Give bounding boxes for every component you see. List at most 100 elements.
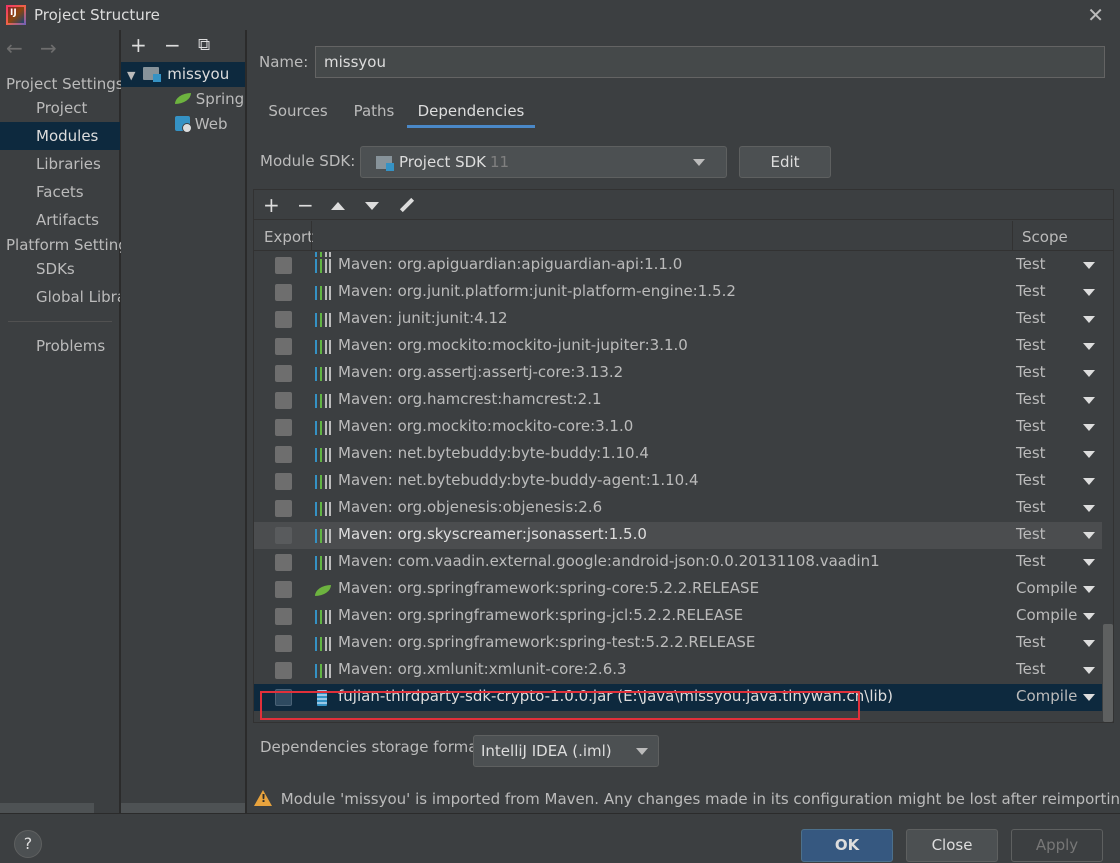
storage-format-dropdown[interactable]: IntelliJ IDEA (.iml): [473, 735, 659, 767]
scope-dropdown[interactable]: Test: [1016, 336, 1046, 354]
chevron-down-icon[interactable]: ▼: [127, 69, 135, 82]
chevron-down-icon[interactable]: [1083, 586, 1095, 593]
scope-dropdown[interactable]: Test: [1016, 552, 1046, 570]
chevron-down-icon[interactable]: [1083, 640, 1095, 647]
move-down-icon[interactable]: [365, 202, 379, 210]
sidebar-item-modules[interactable]: Modules: [0, 122, 120, 150]
export-checkbox[interactable]: [275, 608, 292, 625]
sidebar-item-artifacts[interactable]: Artifacts: [0, 206, 120, 234]
table-row[interactable]: Maven: org.springframework:spring-core:5…: [254, 576, 1102, 603]
table-row[interactable]: Maven: org.xmlunit:xmlunit-core:2.6.3 Tes…: [254, 657, 1102, 684]
copy-icon[interactable]: ⧉: [198, 33, 210, 57]
chevron-down-icon[interactable]: [1083, 505, 1095, 512]
tree-node-web[interactable]: Web: [175, 112, 227, 137]
add-dependency-icon[interactable]: +: [263, 193, 280, 217]
chevron-down-icon[interactable]: [1083, 478, 1095, 485]
sidebar-scrollbar[interactable]: [0, 803, 94, 813]
chevron-down-icon[interactable]: [1083, 613, 1095, 620]
table-row[interactable]: Maven: org.hamcrest:hamcrest:2.1 Test: [254, 387, 1102, 414]
export-checkbox[interactable]: [275, 338, 292, 355]
chevron-down-icon[interactable]: [1083, 694, 1095, 701]
table-row[interactable]: Maven: org.junit.platform:junit-platform…: [254, 279, 1102, 306]
tab-sources[interactable]: Sources: [263, 94, 333, 128]
export-checkbox[interactable]: [275, 473, 292, 490]
sidebar-item-sdks[interactable]: SDKs: [0, 255, 120, 283]
remove-dependency-icon[interactable]: −: [297, 193, 314, 217]
chevron-down-icon[interactable]: [1083, 397, 1095, 404]
export-checkbox[interactable]: [275, 581, 292, 598]
sidebar-item-project[interactable]: Project: [0, 94, 120, 122]
sidebar-item-problems[interactable]: Problems: [0, 332, 120, 360]
close-icon[interactable]: ✕: [1087, 3, 1104, 27]
table-row[interactable]: Maven: com.vaadin.external.google:androi…: [254, 549, 1102, 576]
table-row[interactable]: Maven: net.bytebuddy:byte-buddy-agent:1.…: [254, 468, 1102, 495]
scope-dropdown[interactable]: Test: [1016, 498, 1046, 516]
table-row[interactable]: Maven: org.mockito:mockito-junit-jupiter…: [254, 333, 1102, 360]
tab-dependencies[interactable]: Dependencies: [407, 94, 535, 128]
scope-dropdown[interactable]: Test: [1016, 309, 1046, 327]
table-row[interactable]: Maven: junit:junit:4.12 Test: [254, 306, 1102, 333]
add-icon[interactable]: +: [130, 33, 147, 57]
ok-button[interactable]: OK: [801, 829, 893, 862]
table-row[interactable]: Maven: net.bytebuddy:byte-buddy:1.10.4 Te…: [254, 441, 1102, 468]
module-name-input[interactable]: [315, 46, 1105, 78]
export-checkbox[interactable]: [275, 635, 292, 652]
export-checkbox[interactable]: [275, 554, 292, 571]
export-checkbox[interactable]: [275, 392, 292, 409]
scope-dropdown[interactable]: Test: [1016, 633, 1046, 651]
scope-dropdown[interactable]: Test: [1016, 525, 1046, 543]
sidebar-item-global-libraries[interactable]: Global Libraries: [0, 283, 120, 311]
chevron-down-icon[interactable]: [1083, 262, 1095, 269]
table-row[interactable]: Maven: org.skyscreamer:jsonassert:1.5.0 T…: [254, 522, 1102, 549]
export-checkbox[interactable]: [275, 527, 292, 544]
table-row[interactable]: Maven: org.apiguardian:apiguardian-api:1…: [254, 252, 1102, 279]
remove-icon[interactable]: −: [164, 33, 181, 57]
sidebar-item-facets[interactable]: Facets: [0, 178, 120, 206]
sidebar-item-libraries[interactable]: Libraries: [0, 150, 120, 178]
export-checkbox[interactable]: [275, 365, 292, 382]
forward-arrow-icon[interactable]: →: [40, 36, 57, 60]
tree-node-spring[interactable]: Spring: [175, 87, 244, 112]
scope-dropdown[interactable]: Test: [1016, 255, 1046, 273]
chevron-down-icon[interactable]: [1083, 316, 1095, 323]
chevron-down-icon[interactable]: [1083, 343, 1095, 350]
scope-dropdown[interactable]: Compile: [1016, 606, 1077, 624]
chevron-down-icon[interactable]: [1083, 667, 1095, 674]
table-row[interactable]: Maven: org.objenesis:objenesis:2.6 Test: [254, 495, 1102, 522]
chevron-down-icon[interactable]: [1083, 559, 1095, 566]
export-checkbox[interactable]: [275, 257, 292, 274]
export-checkbox[interactable]: [275, 311, 292, 328]
dependencies-scrollbar[interactable]: [1103, 252, 1113, 722]
export-checkbox[interactable]: [275, 662, 292, 679]
scope-dropdown[interactable]: Test: [1016, 282, 1046, 300]
scope-dropdown[interactable]: Compile: [1016, 687, 1077, 705]
scope-dropdown[interactable]: Test: [1016, 417, 1046, 435]
apply-button[interactable]: Apply: [1011, 829, 1103, 862]
scope-dropdown[interactable]: Compile: [1016, 579, 1077, 597]
scope-dropdown[interactable]: Test: [1016, 444, 1046, 462]
chevron-down-icon[interactable]: [1083, 451, 1095, 458]
scrollbar-thumb[interactable]: [1103, 624, 1113, 722]
close-button[interactable]: Close: [906, 829, 998, 862]
export-column-header[interactable]: Export: [264, 228, 313, 246]
export-checkbox[interactable]: [275, 284, 292, 301]
export-checkbox[interactable]: [275, 500, 292, 517]
scope-dropdown[interactable]: Test: [1016, 471, 1046, 489]
chevron-down-icon[interactable]: [1083, 370, 1095, 377]
export-checkbox[interactable]: [275, 689, 292, 706]
chevron-down-icon[interactable]: [1083, 532, 1095, 539]
back-arrow-icon[interactable]: ←: [6, 36, 23, 60]
table-row[interactable]: fujian-thirdparty-sdk-crypto-1.0.0.jar (…: [254, 684, 1102, 711]
scope-dropdown[interactable]: Test: [1016, 390, 1046, 408]
chevron-down-icon[interactable]: [1083, 289, 1095, 296]
tree-node-module[interactable]: ▼ missyou: [121, 62, 245, 87]
table-row[interactable]: Maven: org.assertj:assertj-core:3.13.2 Te…: [254, 360, 1102, 387]
help-button[interactable]: ?: [14, 830, 42, 858]
module-sdk-dropdown[interactable]: Project SDK 11: [360, 146, 727, 178]
tree-scrollbar[interactable]: [121, 803, 245, 813]
export-checkbox[interactable]: [275, 446, 292, 463]
edit-pencil-icon[interactable]: [399, 197, 415, 213]
table-row[interactable]: Maven: org.mockito:mockito-core:3.1.0 Tes…: [254, 414, 1102, 441]
table-row[interactable]: Maven: org.springframework:spring-test:5…: [254, 630, 1102, 657]
table-row[interactable]: Maven: org.springframework:spring-jcl:5.…: [254, 603, 1102, 630]
